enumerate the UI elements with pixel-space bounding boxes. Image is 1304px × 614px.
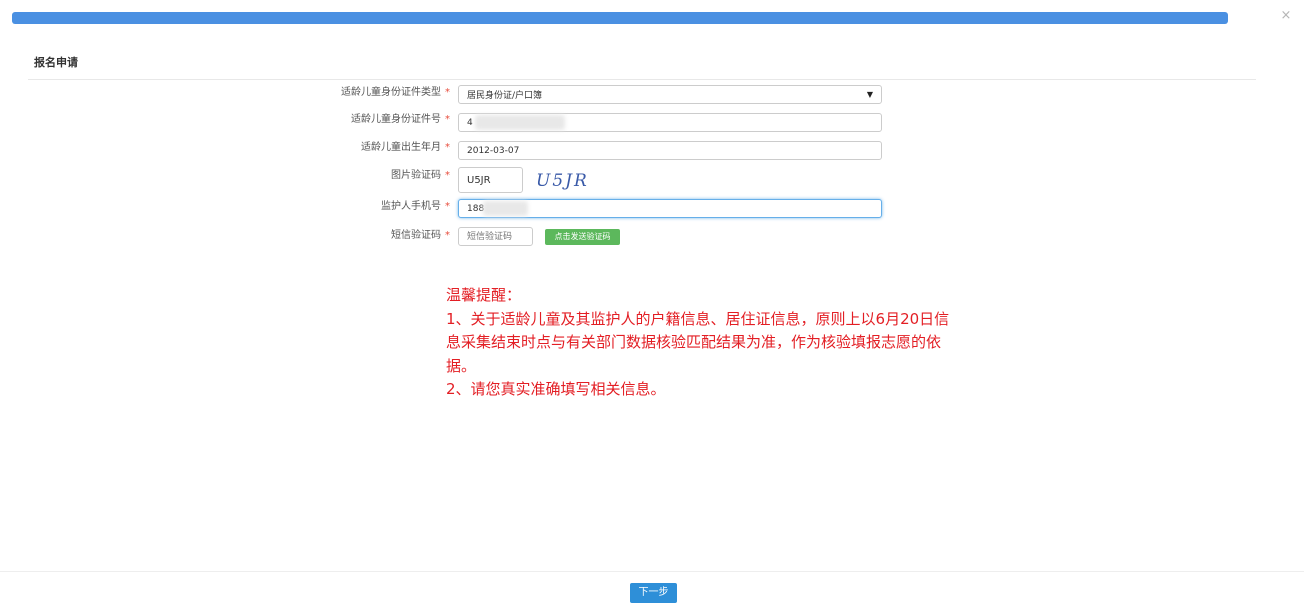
- id-type-selected-value: 居民身份证/户口簿: [467, 91, 543, 101]
- captcha-label-text: 图片验证码: [391, 170, 441, 181]
- birth-date-label: 适龄儿童出生年月 *: [190, 140, 450, 156]
- warm-reminder-notice: 温馨提醒： 1、关于适龄儿童及其监护人的户籍信息、居住证信息，原则上以6月20日…: [446, 284, 1086, 402]
- required-mark: *: [445, 87, 450, 98]
- notice-heading: 温馨提醒：: [446, 286, 522, 304]
- required-mark: *: [445, 170, 450, 181]
- id-type-select[interactable]: 居民身份证/户口簿 ▼: [458, 85, 882, 104]
- sms-code-input[interactable]: [458, 227, 533, 246]
- caret-down-icon: ▼: [866, 90, 873, 99]
- redacted-phone-number: [483, 201, 528, 216]
- notice-line-1a: 1、关于适龄儿童及其监护人的户籍信息、居住证信息，原则上以6月20日信: [446, 309, 950, 328]
- sms-code-label: 短信验证码 *: [190, 228, 450, 244]
- footer-divider: [0, 571, 1304, 572]
- sms-code-label-text: 短信验证码: [391, 230, 441, 241]
- notice-line-1b: 息采集结束时点与有关部门数据核验匹配结果为准，作为核验填报志愿的依: [446, 333, 942, 351]
- title-divider: [28, 79, 1256, 80]
- id-number-label-text: 适龄儿童身份证件号: [351, 114, 441, 125]
- next-step-button[interactable]: 下一步: [630, 583, 677, 603]
- captcha-label: 图片验证码 *: [190, 168, 450, 184]
- top-progress-bar: [12, 12, 1228, 24]
- required-mark: *: [445, 114, 450, 125]
- guardian-phone-label-text: 监护人手机号: [381, 201, 441, 212]
- required-mark: *: [445, 142, 450, 153]
- captcha-input[interactable]: [458, 167, 523, 193]
- notice-line-2: 2、请您真实准确填写相关信息。: [446, 380, 666, 398]
- id-number-label: 适龄儿童身份证件号 *: [190, 112, 450, 128]
- close-icon[interactable]: ×: [1279, 8, 1293, 24]
- id-type-label-text: 适龄儿童身份证件类型: [341, 87, 441, 98]
- required-mark: *: [445, 230, 450, 241]
- birth-date-input[interactable]: [458, 141, 882, 160]
- page-title: 报名申请: [34, 56, 78, 69]
- send-sms-code-button[interactable]: 点击发送验证码: [545, 229, 620, 245]
- redacted-id-number: [475, 115, 565, 130]
- birth-date-label-text: 适龄儿童出生年月: [361, 142, 441, 153]
- required-mark: *: [445, 201, 450, 212]
- guardian-phone-label: 监护人手机号 *: [190, 199, 450, 215]
- notice-line-1c: 据。: [446, 356, 477, 375]
- id-type-label: 适龄儿童身份证件类型 *: [190, 85, 450, 101]
- captcha-image[interactable]: U5JR: [536, 170, 596, 192]
